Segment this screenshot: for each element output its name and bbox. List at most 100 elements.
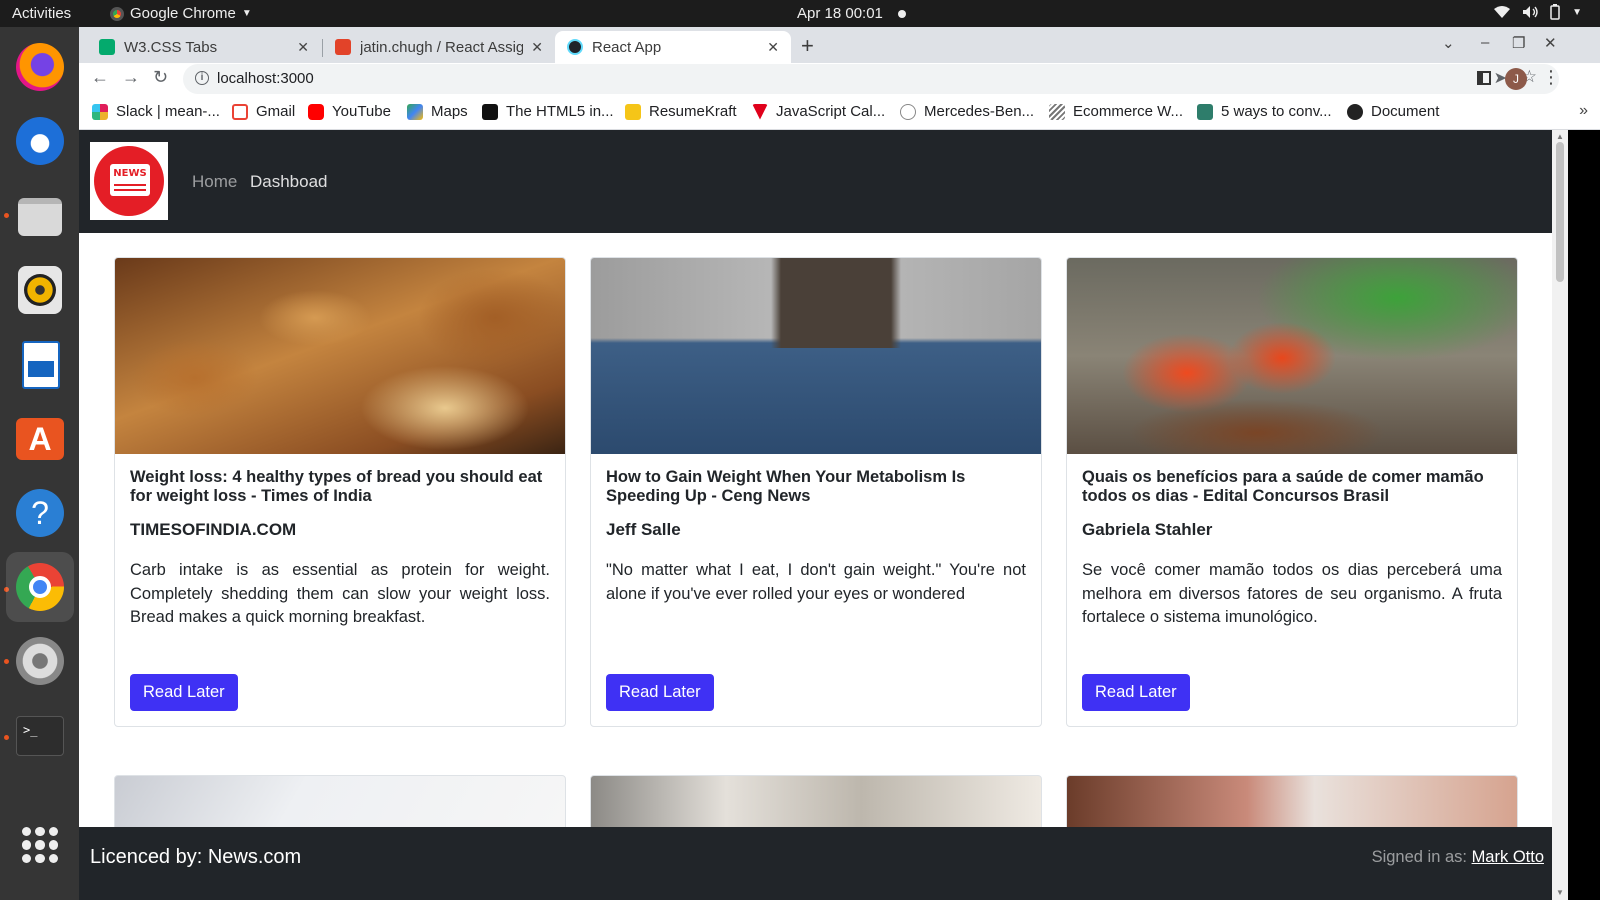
software-icon[interactable]: A — [14, 412, 66, 464]
resumekraft-icon — [625, 103, 641, 120]
help-icon[interactable]: ? — [14, 487, 66, 539]
bookmark-label: JavaScript Cal... — [776, 103, 886, 120]
nav-home-link[interactable]: Home — [192, 172, 237, 192]
rhythmbox-icon[interactable] — [14, 264, 66, 316]
url-text[interactable]: localhost:3000 — [217, 70, 314, 87]
card-title[interactable]: Weight loss: 4 healthy types of bread yo… — [130, 468, 550, 506]
close-window-button[interactable]: ✕ — [1544, 34, 1557, 52]
nav-dashboard-link[interactable]: Dashboad — [250, 172, 328, 192]
read-later-button[interactable]: Read Later — [1082, 674, 1190, 711]
close-tab-icon[interactable]: ✕ — [531, 39, 543, 56]
news-card-image — [590, 775, 1042, 835]
news-card: How to Gain Weight When Your Metabolism … — [590, 257, 1042, 727]
card-body: How to Gain Weight When Your Metabolism … — [606, 468, 1026, 653]
card-description: Carb intake is as essential as protein f… — [130, 561, 550, 626]
bookmark-mercedes[interactable]: Mercedes-Ben... — [900, 103, 1034, 120]
new-tab-button[interactable]: + — [801, 33, 814, 59]
bookmark-resumekraft[interactable]: ResumeKraft — [625, 103, 737, 120]
site-info-icon[interactable]: i — [195, 71, 209, 85]
files-icon[interactable] — [14, 190, 66, 242]
signed-in-user-link[interactable]: Mark Otto — [1472, 848, 1544, 866]
browser-toolbar: ← → ↻ i localhost:3000 ➤ ☆ J ⋮ — [79, 63, 1600, 96]
more-bookmarks-icon[interactable]: » — [1579, 102, 1588, 120]
licence-text: Licenced by: News.com — [90, 846, 302, 868]
forward-button[interactable]: → — [122, 67, 140, 88]
tab-strip: W3.CSS Tabs ✕ jatin.chugh / React Assign… — [79, 27, 1600, 63]
tab-label: jatin.chugh / React Assign — [360, 38, 524, 56]
scrollbar-thumb[interactable] — [1556, 142, 1564, 282]
bookmark-maps[interactable]: Maps — [407, 103, 468, 120]
settings-icon[interactable] — [14, 635, 66, 687]
news-card-image — [114, 775, 566, 835]
bookmark-label: 5 ways to conv... — [1221, 103, 1332, 120]
scroll-down-icon[interactable]: ▼ — [1556, 888, 1564, 897]
side-panel-icon[interactable] — [1477, 71, 1491, 85]
volume-icon — [1523, 6, 1538, 18]
bookmark-5ways[interactable]: 5 ways to conv... — [1197, 103, 1332, 120]
javascript-icon — [752, 103, 768, 120]
firefox-icon[interactable] — [14, 41, 66, 93]
html5-book-icon — [482, 103, 498, 120]
tab-w3css[interactable]: W3.CSS Tabs ✕ — [87, 31, 321, 63]
card-source: Jeff Salle — [606, 520, 681, 539]
scroll-up-icon[interactable]: ▲ — [1556, 132, 1564, 141]
card-source: TIMESOFINDIA.COM — [130, 520, 297, 539]
read-later-button[interactable]: Read Later — [130, 674, 238, 711]
tab-label: W3.CSS Tabs — [124, 38, 218, 56]
bookmark-label: The HTML5 in... — [506, 103, 614, 120]
back-button[interactable]: ← — [91, 67, 109, 88]
news-card-image — [1066, 775, 1518, 835]
page-scrollbar[interactable]: ▲ ▼ — [1552, 130, 1568, 900]
youtube-icon — [308, 103, 324, 120]
tray-caret-down-icon: ▼ — [1572, 6, 1582, 18]
writer-icon[interactable] — [14, 339, 66, 391]
system-tray[interactable]: ▼ — [1494, 4, 1582, 20]
bookmark-javascript[interactable]: JavaScript Cal... — [752, 103, 885, 120]
news-card: Weight loss: 4 healthy types of bread yo… — [114, 257, 566, 727]
system-top-bar: Activities Google Chrome ▼ Apr 18 00:01 … — [0, 0, 1600, 27]
chrome-icon[interactable] — [6, 552, 74, 622]
ecommerce-icon — [1049, 103, 1065, 120]
weight-loss-image — [591, 258, 1041, 454]
tab-gitlab[interactable]: jatin.chugh / React Assign ✕ — [323, 31, 555, 63]
card-title[interactable]: Quais os benefícios para a saúde de come… — [1082, 468, 1502, 506]
reload-button[interactable]: ↻ — [153, 67, 168, 88]
bookmark-gmail[interactable]: Gmail — [232, 103, 295, 120]
news-card: Quais os benefícios para a saúde de come… — [1066, 257, 1518, 727]
bookmark-slack[interactable]: Slack | mean-... — [92, 103, 220, 120]
minimize-button[interactable]: – — [1481, 34, 1489, 51]
thunderbird-icon[interactable] — [14, 115, 66, 167]
app-menu[interactable]: Google Chrome ▼ — [110, 5, 252, 22]
bookmark-ecommerce[interactable]: Ecommerce W... — [1049, 103, 1183, 120]
clock[interactable]: Apr 18 00:01 — [797, 5, 883, 22]
close-tab-icon[interactable]: ✕ — [297, 39, 309, 56]
wifi-icon — [1494, 6, 1511, 18]
chrome-menu-icon[interactable]: ⋮ — [1542, 67, 1560, 88]
slack-icon — [92, 103, 108, 120]
read-later-button[interactable]: Read Later — [606, 674, 714, 711]
tab-search-icon[interactable]: ⌄ — [1442, 34, 1455, 52]
gitlab-favicon-icon — [335, 39, 351, 55]
dock: A ? >_ — [0, 27, 79, 900]
card-description: "No matter what I eat, I don't gain weig… — [606, 561, 1026, 603]
close-tab-icon[interactable]: ✕ — [767, 39, 779, 56]
activities-button[interactable]: Activities — [12, 5, 71, 22]
profile-avatar[interactable]: J — [1505, 68, 1527, 90]
card-source: Gabriela Stahler — [1082, 520, 1213, 539]
bookmark-youtube[interactable]: YouTube — [308, 103, 391, 120]
page-viewport: NEWS Home Dashboad Weight loss: 4 health… — [79, 130, 1552, 900]
address-bar[interactable]: i localhost:3000 ➤ ☆ — [183, 64, 1559, 94]
show-apps-icon[interactable] — [22, 827, 58, 863]
restore-button[interactable]: ❐ — [1512, 34, 1525, 52]
news-logo[interactable]: NEWS — [90, 142, 168, 220]
card-title[interactable]: How to Gain Weight When Your Metabolism … — [606, 468, 1026, 506]
tab-react-app[interactable]: React App ✕ — [555, 31, 791, 63]
bookmark-document[interactable]: Document — [1347, 103, 1439, 120]
bookmark-label: Slack | mean-... — [116, 103, 220, 120]
logo-lines — [114, 184, 146, 186]
notification-dot-icon — [898, 10, 906, 18]
terminal-icon[interactable]: >_ — [14, 710, 66, 762]
bookmark-html5[interactable]: The HTML5 in... — [482, 103, 614, 120]
card-body: Weight loss: 4 healthy types of bread yo… — [130, 468, 550, 653]
bookmarks-bar: Slack | mean-... Gmail YouTube Maps The … — [79, 96, 1600, 130]
